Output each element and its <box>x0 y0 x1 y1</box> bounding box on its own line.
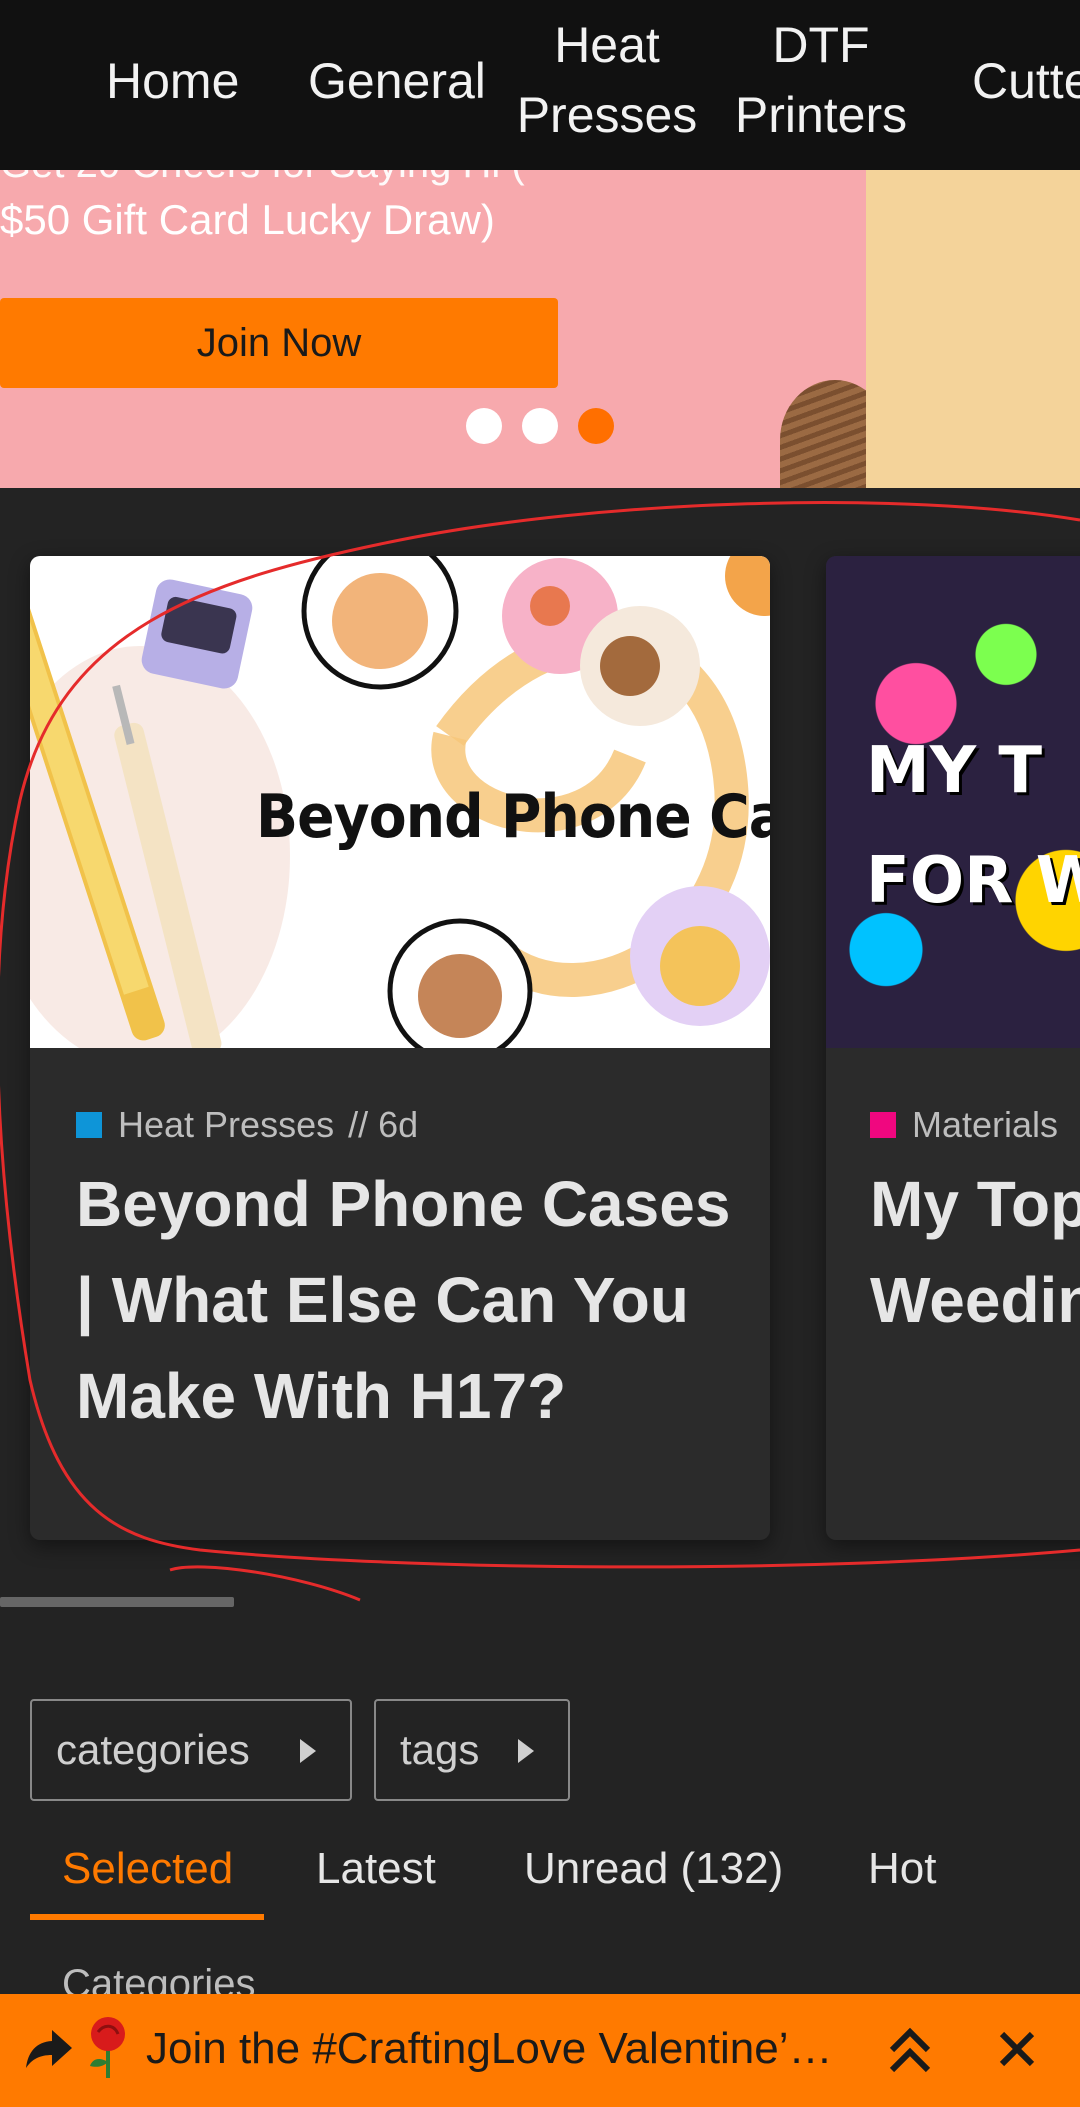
topic-card-category[interactable]: Heat Presses <box>118 1104 334 1146</box>
banner-slide-active: Get 20 Cheers for Saying Hi ( $50 Gift C… <box>0 170 866 488</box>
page: Home General Heat Presses DTF Printers C… <box>0 0 1080 2107</box>
topic-card-my-top-weeding[interactable]: MY T FOR W Materials My Top Weedin <box>826 556 1080 1540</box>
topic-card-category[interactable]: Materials <box>912 1104 1058 1146</box>
card-carousel-scrollbar[interactable] <box>0 1597 1080 1607</box>
tags-dropdown-label: tags <box>400 1726 480 1773</box>
join-now-button[interactable]: Join Now <box>0 298 558 388</box>
nav-item-home[interactable]: Home <box>106 46 239 116</box>
carousel-dots <box>466 408 614 444</box>
nav-item-dtf-printers-line2: Printers <box>734 87 908 143</box>
caret-right-icon <box>300 1739 316 1763</box>
twine-spool-image <box>780 380 866 488</box>
topic-card-image-caption: MY T FOR W <box>866 716 1080 936</box>
nav-item-heat-presses[interactable]: Heat Presses <box>514 10 700 150</box>
topic-card-title[interactable]: Beyond Phone Cases | What Else Can You M… <box>76 1156 736 1444</box>
topic-card-title-line2: Weedin <box>870 1264 1080 1336</box>
top-nav: Home General Heat Presses DTF Printers C… <box>0 0 1080 170</box>
banner-slide-next[interactable] <box>866 170 1080 488</box>
topic-card-beyond-phone-cases[interactable]: Beyond Phone Cases Heat Presses // 6d Be… <box>30 556 770 1540</box>
carousel-dot[interactable] <box>522 408 558 444</box>
caret-right-icon <box>518 1739 534 1763</box>
tab-hot[interactable]: Hot <box>868 1844 936 1894</box>
rose-icon <box>90 2017 125 2078</box>
carousel-dot[interactable] <box>466 408 502 444</box>
topic-card-age: // 6d <box>348 1104 419 1145</box>
nav-item-dtf-printers[interactable]: DTF Printers <box>730 10 912 150</box>
topic-card-title[interactable]: My Top Weedin <box>870 1156 1080 1348</box>
tab-unread[interactable]: Unread (132) <box>524 1844 783 1894</box>
nav-item-heat-presses-line2: Presses <box>516 87 698 143</box>
tags-dropdown[interactable]: tags <box>374 1699 570 1801</box>
image-caption-line1: MY T <box>866 734 1042 808</box>
categories-dropdown[interactable]: categories <box>30 1699 352 1801</box>
carousel-dot-active[interactable] <box>578 408 614 444</box>
topic-card-meta: Heat Presses // 6d <box>76 1104 418 1146</box>
scrollbar-thumb[interactable] <box>0 1597 234 1607</box>
nav-item-general[interactable]: General <box>308 46 486 116</box>
nav-item-dtf-printers-line1: DTF <box>772 17 870 73</box>
nav-item-heat-presses-line1: Heat <box>554 17 660 73</box>
banner-text-top: Get 20 Cheers for Saying Hi ( <box>0 170 525 187</box>
announcement-text[interactable]: Join the #CraftingLove Valentine’… <box>146 2024 836 2074</box>
image-caption-line2: FOR W <box>866 844 1080 918</box>
tab-selected[interactable]: Selected <box>62 1844 233 1894</box>
close-icon[interactable] <box>990 2022 1044 2076</box>
tab-latest[interactable]: Latest <box>316 1844 436 1894</box>
topic-card-image-caption: Beyond Phone Cases <box>256 782 770 852</box>
double-chevron-up-icon[interactable] <box>880 2020 940 2080</box>
banner-text: $50 Gift Card Lucky Draw) <box>0 196 495 243</box>
active-tab-indicator <box>30 1914 264 1920</box>
announcement-bar[interactable]: Join the #CraftingLove Valentine’… <box>0 1994 1080 2107</box>
promo-banner: Get 20 Cheers for Saying Hi ( $50 Gift C… <box>0 170 1080 488</box>
category-color-badge <box>76 1112 102 1138</box>
nav-item-cutters[interactable]: Cutte <box>972 46 1080 116</box>
categories-dropdown-label: categories <box>56 1726 250 1773</box>
share-arrow-icon[interactable] <box>22 2022 76 2076</box>
topic-card-title-line1: My Top <box>870 1168 1080 1240</box>
topic-card-image: Beyond Phone Cases <box>30 556 770 1048</box>
topic-card-meta: Materials <box>870 1104 1058 1146</box>
category-color-badge <box>870 1112 896 1138</box>
topic-card-image: MY T FOR W <box>826 556 1080 1048</box>
